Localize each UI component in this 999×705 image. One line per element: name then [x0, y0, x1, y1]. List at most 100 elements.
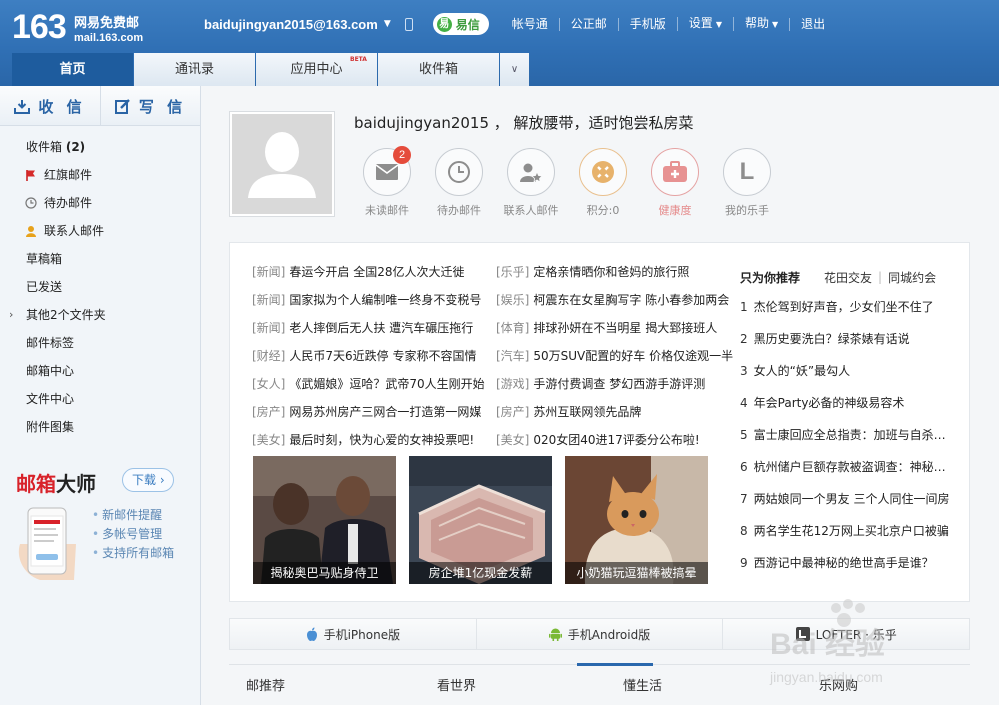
- news-category[interactable]: [美女]: [252, 433, 285, 447]
- sidebar-item-drafts[interactable]: 草稿箱: [0, 245, 200, 273]
- stat-points[interactable]: 积分:0: [567, 148, 639, 218]
- sidebar-item-file-center[interactable]: 文件中心: [0, 385, 200, 413]
- stat-my-lofter[interactable]: L 我的乐手: [711, 148, 783, 218]
- recommend-item[interactable]: 9 西游记中最神秘的绝世高手是谁？: [740, 547, 952, 579]
- news-item[interactable]: [乐乎] 定格亲情晒你和爸妈的旅行照: [496, 263, 740, 291]
- link-dating[interactable]: 花田交友: [824, 269, 872, 286]
- sidebar-item-inbox[interactable]: 收件箱 (2): [0, 133, 200, 161]
- compose-button[interactable]: 写 信: [100, 86, 200, 126]
- chevron-right-icon[interactable]: ›: [9, 301, 13, 329]
- sidebar-item-mail-tags[interactable]: 邮件标签: [0, 329, 200, 357]
- news-item[interactable]: [女人] 《武媚娘》逗哈？武帝70人生刚开始: [252, 375, 496, 403]
- recommend-item[interactable]: 8 两名学生花12万网上买北京户口被骗: [740, 515, 952, 547]
- recommend-item[interactable]: 4 年会Party必备的神级易容术: [740, 387, 952, 419]
- recommend-item[interactable]: 3 女人的“妖”最勾人: [740, 355, 952, 387]
- tab-more-dropdown[interactable]: ∨: [500, 53, 529, 86]
- news-title[interactable]: 《武媚娘》逗哈？武帝70人生刚开始: [289, 377, 484, 391]
- news-item[interactable]: [娱乐] 柯震东在女星胸写字 陈小春参加两会: [496, 291, 740, 319]
- news-item[interactable]: [房产] 苏州互联网领先品牌: [496, 403, 740, 431]
- recommend-item[interactable]: 5 富士康回应全总指责：加班与自杀无关: [740, 419, 952, 451]
- download-button[interactable]: 下载 ›: [122, 468, 174, 492]
- news-category[interactable]: [体育]: [496, 321, 529, 335]
- news-category[interactable]: [财经]: [252, 349, 285, 363]
- android-app-link[interactable]: 手机Android版: [477, 619, 724, 649]
- news-category[interactable]: [游戏]: [496, 377, 529, 391]
- photo-item[interactable]: 房企堆1亿现金发薪: [409, 456, 552, 584]
- logout-link[interactable]: 退出: [789, 17, 836, 31]
- tab-see-world[interactable]: 看世界: [414, 663, 653, 705]
- recommend-item[interactable]: 1 杰伦驾到好声音，少女们坐不住了: [740, 291, 952, 323]
- sidebar-item-flagged[interactable]: 红旗邮件: [0, 161, 200, 189]
- recommend-item[interactable]: 2 黑历史要洗白？绿茶婊有话说: [740, 323, 952, 355]
- sidebar-item-todo[interactable]: 待办邮件: [0, 189, 200, 217]
- news-item[interactable]: [房产] 网易苏州房产三网合一打造第一网媒: [252, 403, 496, 431]
- tab-app-center[interactable]: 应用中心 BETA: [256, 53, 377, 86]
- news-title[interactable]: 排球孙妍在不当明星 揭大郅接班人: [533, 321, 717, 335]
- tab-mail-recommend[interactable]: 邮推荐: [229, 665, 414, 705]
- sidebar-item-other-folders[interactable]: › 其他2个文件夹: [0, 301, 200, 329]
- tab-contacts[interactable]: 通讯录: [134, 53, 255, 86]
- tab-inbox[interactable]: 收件箱: [378, 53, 499, 86]
- iphone-app-link[interactable]: 手机iPhone版: [230, 619, 477, 649]
- sidebar-item-contact-mail[interactable]: 联系人邮件: [0, 217, 200, 245]
- sidebar-item-attachment-gallery[interactable]: 附件图集: [0, 413, 200, 441]
- tab-home[interactable]: 首页: [12, 53, 133, 86]
- recommend-item[interactable]: 6 杭州储户巨额存款被盗调查：神秘人物: [740, 451, 952, 483]
- photo-item[interactable]: 揭秘奥巴马贴身侍卫: [253, 456, 396, 584]
- news-item[interactable]: [财经] 人民币7天6近跌停 专家称不容国情: [252, 347, 496, 375]
- news-category[interactable]: [新闻]: [252, 321, 285, 335]
- news-item[interactable]: [新闻] 春运今开启 全国28亿人次大迁徙: [252, 263, 496, 291]
- link-account[interactable]: 帐号通: [501, 17, 559, 31]
- avatar[interactable]: [229, 111, 335, 217]
- account-email[interactable]: baidujingyan2015@163.com: [204, 17, 378, 32]
- news-title[interactable]: 020女团40进17评委分公布啦!: [533, 433, 699, 447]
- news-category[interactable]: [娱乐]: [496, 293, 529, 307]
- settings-menu[interactable]: 设置 ▼: [676, 17, 733, 31]
- logo[interactable]: 163 网易免费邮 mail.163.com: [12, 10, 143, 44]
- news-category[interactable]: [女人]: [252, 377, 285, 391]
- recommend-item[interactable]: 7 两姑娘同一个男友 三个人同住一间房: [740, 483, 952, 515]
- news-title[interactable]: 柯震东在女星胸写字 陈小春参加两会: [533, 293, 729, 307]
- news-title[interactable]: 苏州互联网领先品牌: [533, 405, 641, 419]
- mobile-phone-icon[interactable]: [404, 17, 413, 31]
- help-menu[interactable]: 帮助 ▼: [732, 17, 789, 31]
- news-item[interactable]: [美女] 020女团40进17评委分公布啦!: [496, 431, 740, 459]
- news-title[interactable]: 国家拟为个人编制唯一终身不变税号: [289, 293, 481, 307]
- stat-health[interactable]: 健康度: [639, 148, 711, 218]
- mail-master-promo[interactable]: 邮箱大师 下载 › 新邮件提醒 多帐号管理 支持所有邮箱: [0, 456, 200, 580]
- stat-contact-mail[interactable]: 联系人邮件: [495, 148, 567, 218]
- chevron-down-icon[interactable]: ▼: [384, 19, 391, 29]
- news-title[interactable]: 人民币7天6近跌停 专家称不容国情: [289, 349, 476, 363]
- lofter-app-link[interactable]: LOFTER · 乐乎: [723, 619, 969, 649]
- yixin-button[interactable]: 易 易信: [432, 13, 489, 35]
- news-title[interactable]: 手游付费调查 梦幻西游手游评测: [533, 377, 705, 391]
- news-category[interactable]: [新闻]: [252, 265, 285, 279]
- sidebar-item-mailbox-center[interactable]: 邮箱中心: [0, 357, 200, 385]
- news-item[interactable]: [新闻] 老人摔倒后无人扶 遭汽车碾压拖行: [252, 319, 496, 347]
- link-mobile-version[interactable]: 手机版: [617, 17, 677, 31]
- news-title[interactable]: 50万SUV配置的好车 价格仅途观一半: [533, 349, 733, 363]
- news-item[interactable]: [新闻] 国家拟为个人编制唯一终身不变税号: [252, 291, 496, 319]
- news-category[interactable]: [新闻]: [252, 293, 285, 307]
- news-category[interactable]: [汽车]: [496, 349, 529, 363]
- news-item[interactable]: [汽车] 50万SUV配置的好车 价格仅途观一半: [496, 347, 740, 375]
- link-local-date[interactable]: 同城约会: [888, 269, 936, 286]
- news-title[interactable]: 网易苏州房产三网合一打造第一网媒: [289, 405, 481, 419]
- news-title[interactable]: 老人摔倒后无人扶 遭汽车碾压拖行: [289, 321, 473, 335]
- news-category[interactable]: [房产]: [252, 405, 285, 419]
- news-title[interactable]: 春运今开启 全国28亿人次大迁徙: [289, 265, 464, 279]
- stat-unread-mail[interactable]: 2 未读邮件: [351, 146, 423, 218]
- news-item[interactable]: [游戏] 手游付费调查 梦幻西游手游评测: [496, 375, 740, 403]
- news-category[interactable]: [美女]: [496, 433, 529, 447]
- photo-item[interactable]: 小奶猫玩逗猫棒被搞晕: [565, 456, 708, 584]
- news-title[interactable]: 最后时刻，快为心爱的女神投票吧!: [289, 433, 474, 447]
- news-category[interactable]: [房产]: [496, 405, 529, 419]
- news-item[interactable]: [体育] 排球孙妍在不当明星 揭大郅接班人: [496, 319, 740, 347]
- link-notary-mail[interactable]: 公正邮: [558, 17, 618, 31]
- sidebar-item-sent[interactable]: 已发送: [0, 273, 200, 301]
- news-title[interactable]: 定格亲情晒你和爸妈的旅行照: [533, 265, 689, 279]
- news-category[interactable]: [乐乎]: [496, 265, 529, 279]
- tab-shopping[interactable]: 乐网购: [784, 665, 969, 705]
- stat-todo-mail[interactable]: 待办邮件: [423, 148, 495, 218]
- tab-life[interactable]: 懂生活: [599, 665, 784, 705]
